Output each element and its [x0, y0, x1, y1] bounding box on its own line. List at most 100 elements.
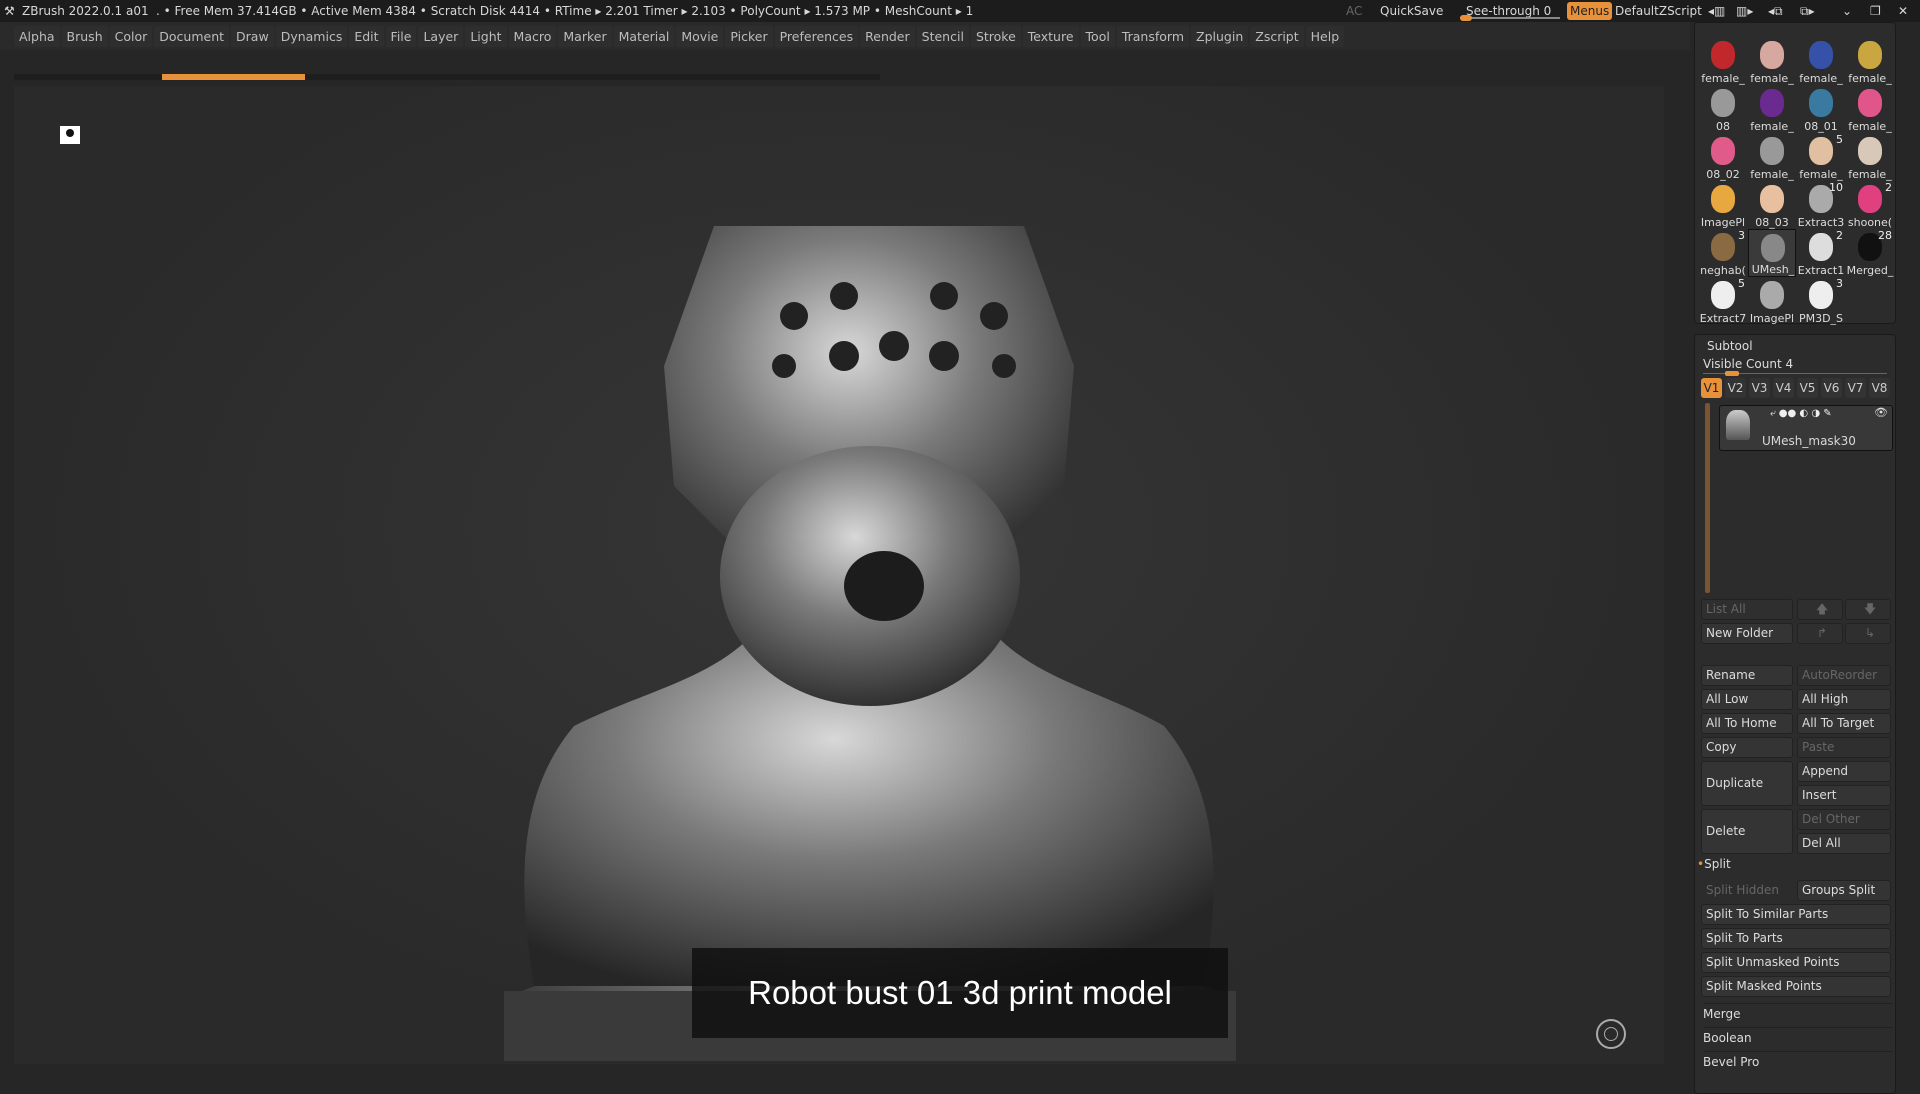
- tool-thumbnail[interactable]: female_: [1748, 37, 1796, 85]
- del-all-button[interactable]: Del All: [1797, 833, 1891, 854]
- menu-document[interactable]: Document: [154, 25, 230, 47]
- subtool-title[interactable]: Subtool: [1707, 339, 1753, 353]
- tool-thumbnail[interactable]: PM3D_S 3: [1797, 277, 1845, 325]
- tool-thumbnail[interactable]: shoone(2: [1846, 181, 1894, 229]
- tool-thumbnail[interactable]: ImagePl: [1699, 181, 1747, 229]
- tool-thumbnail[interactable]: female_: [1748, 85, 1796, 133]
- menu-preferences[interactable]: Preferences: [774, 25, 859, 47]
- prev-ui-icon[interactable]: ◂⧉: [1768, 0, 1783, 22]
- split-hidden-button[interactable]: Split Hidden: [1701, 880, 1793, 901]
- default-zscript-button[interactable]: DefaultZScript: [1615, 0, 1702, 22]
- seethrough-track[interactable]: [1460, 15, 1560, 21]
- copy-button[interactable]: Copy: [1701, 737, 1793, 758]
- append-button[interactable]: Append: [1797, 761, 1891, 782]
- next-layout-icon[interactable]: ▥▸: [1736, 0, 1753, 22]
- menu-brush[interactable]: Brush: [61, 25, 108, 47]
- tool-thumbnail[interactable]: female_: [1748, 133, 1796, 181]
- ac-button[interactable]: AC: [1346, 0, 1362, 22]
- redo-arrow-icon[interactable]: ↱: [1797, 623, 1843, 644]
- delete-button[interactable]: Delete: [1701, 809, 1793, 854]
- menu-color[interactable]: Color: [109, 25, 153, 47]
- tool-thumbnail[interactable]: female_ 5: [1797, 133, 1845, 181]
- visibility-set-tab-v3[interactable]: V3: [1749, 378, 1770, 398]
- tool-thumbnail[interactable]: female_: [1846, 133, 1894, 181]
- menu-file[interactable]: File: [385, 25, 417, 47]
- tool-thumbnail[interactable]: 08_01: [1797, 85, 1845, 133]
- visibility-set-tab-v8[interactable]: V8: [1869, 378, 1890, 398]
- split-to-parts-button[interactable]: Split To Parts: [1701, 928, 1891, 949]
- split-masked-points-button[interactable]: Split Masked Points: [1701, 976, 1891, 997]
- quicksave-button[interactable]: QuickSave: [1380, 0, 1443, 22]
- visibility-set-tab-v7[interactable]: V7: [1845, 378, 1866, 398]
- menu-edit[interactable]: Edit: [349, 25, 384, 47]
- move-up-arrow-icon[interactable]: 🡅: [1797, 599, 1843, 620]
- menu-material[interactable]: Material: [613, 25, 675, 47]
- visibility-set-tab-v4[interactable]: V4: [1773, 378, 1794, 398]
- menu-render[interactable]: Render: [860, 25, 915, 47]
- tool-thumbnail[interactable]: UMesh_: [1748, 229, 1796, 277]
- menu-dynamics[interactable]: Dynamics: [275, 25, 348, 47]
- groups-split-button[interactable]: Groups Split: [1797, 880, 1891, 901]
- menu-alpha[interactable]: Alpha: [14, 25, 60, 47]
- subtool-item[interactable]: 👁 ⤶ ●● ◐ ◑ ✎ UMesh_mask30: [1719, 405, 1893, 451]
- tool-thumbnail[interactable]: Merged_ 28: [1846, 229, 1894, 277]
- menu-transform[interactable]: Transform: [1116, 25, 1190, 47]
- menu-macro[interactable]: Macro: [508, 25, 557, 47]
- autoreorder-button[interactable]: AutoReorder: [1797, 665, 1891, 686]
- subtool-list-scrollbar[interactable]: [1705, 403, 1710, 593]
- menu-stroke[interactable]: Stroke: [970, 25, 1021, 47]
- close-icon[interactable]: ✕: [1898, 0, 1908, 22]
- tool-thumbnail[interactable]: female_: [1846, 85, 1894, 133]
- split-unmasked-points-button[interactable]: Split Unmasked Points: [1701, 952, 1891, 973]
- visibility-set-tab-v5[interactable]: V5: [1797, 378, 1818, 398]
- tool-thumbnail[interactable]: female_: [1699, 37, 1747, 85]
- prev-layout-icon[interactable]: ◂▥: [1708, 0, 1725, 22]
- subtool-visibility-eye-icon[interactable]: 👁: [1874, 406, 1888, 419]
- tool-thumbnail[interactable]: female_: [1797, 37, 1845, 85]
- rename-button[interactable]: Rename: [1701, 665, 1793, 686]
- down-right-arrow-icon[interactable]: ↳: [1845, 623, 1891, 644]
- merge-section[interactable]: Merge: [1703, 1003, 1893, 1021]
- del-other-button[interactable]: Del Other: [1797, 809, 1891, 830]
- menu-stencil[interactable]: Stencil: [916, 25, 969, 47]
- minimize-icon[interactable]: ⌄: [1842, 0, 1852, 22]
- menu-zplugin[interactable]: Zplugin: [1191, 25, 1249, 47]
- navigation-circle-icon[interactable]: [1596, 1019, 1626, 1049]
- all-to-home-button[interactable]: All To Home: [1701, 713, 1793, 734]
- all-high-button[interactable]: All High: [1797, 689, 1891, 710]
- menus-toggle[interactable]: Menus: [1567, 2, 1613, 20]
- insert-button[interactable]: Insert: [1797, 785, 1891, 806]
- menu-zscript[interactable]: Zscript: [1250, 25, 1304, 47]
- shelf-strip[interactable]: [14, 74, 880, 80]
- all-low-button[interactable]: All Low: [1701, 689, 1793, 710]
- canvas-viewport[interactable]: [14, 86, 1664, 1064]
- menu-draw[interactable]: Draw: [231, 25, 274, 47]
- menu-layer[interactable]: Layer: [418, 25, 464, 47]
- tool-thumbnail[interactable]: Extract7 5: [1699, 277, 1747, 325]
- visible-count-slider[interactable]: [1703, 371, 1887, 376]
- tool-thumbnail[interactable]: 08: [1699, 85, 1747, 133]
- tool-thumbnail[interactable]: Extract1 2: [1797, 229, 1845, 277]
- tool-thumbnail[interactable]: Extract3 10: [1797, 181, 1845, 229]
- tool-thumbnail[interactable]: ImagePl: [1748, 277, 1796, 325]
- tool-thumbnail[interactable]: neghab(3: [1699, 229, 1747, 277]
- menu-movie[interactable]: Movie: [676, 25, 724, 47]
- all-to-target-button[interactable]: All To Target: [1797, 713, 1891, 734]
- menu-tool[interactable]: Tool: [1080, 25, 1115, 47]
- tool-thumbnail[interactable]: female_: [1846, 37, 1894, 85]
- menu-light[interactable]: Light: [465, 25, 507, 47]
- move-down-arrow-icon[interactable]: 🡇: [1845, 599, 1891, 620]
- paste-button[interactable]: Paste: [1797, 737, 1891, 758]
- visibility-set-tab-v1[interactable]: V1: [1701, 378, 1722, 398]
- menu-help[interactable]: Help: [1305, 25, 1345, 47]
- subtool-toggle-icons[interactable]: ⤶ ●● ◐ ◑ ✎: [1770, 408, 1832, 419]
- split-to-similar-parts-button[interactable]: Split To Similar Parts: [1701, 904, 1891, 925]
- visibility-set-tab-v6[interactable]: V6: [1821, 378, 1842, 398]
- menu-texture[interactable]: Texture: [1022, 25, 1079, 47]
- list-all-button[interactable]: List All: [1701, 599, 1793, 620]
- split-section-header[interactable]: •Split: [1697, 857, 1731, 871]
- restore-icon[interactable]: ❐: [1870, 0, 1881, 22]
- tool-thumbnail[interactable]: 08_03: [1748, 181, 1796, 229]
- boolean-section[interactable]: Boolean: [1703, 1027, 1893, 1045]
- bevel-pro-section[interactable]: Bevel Pro: [1703, 1051, 1893, 1069]
